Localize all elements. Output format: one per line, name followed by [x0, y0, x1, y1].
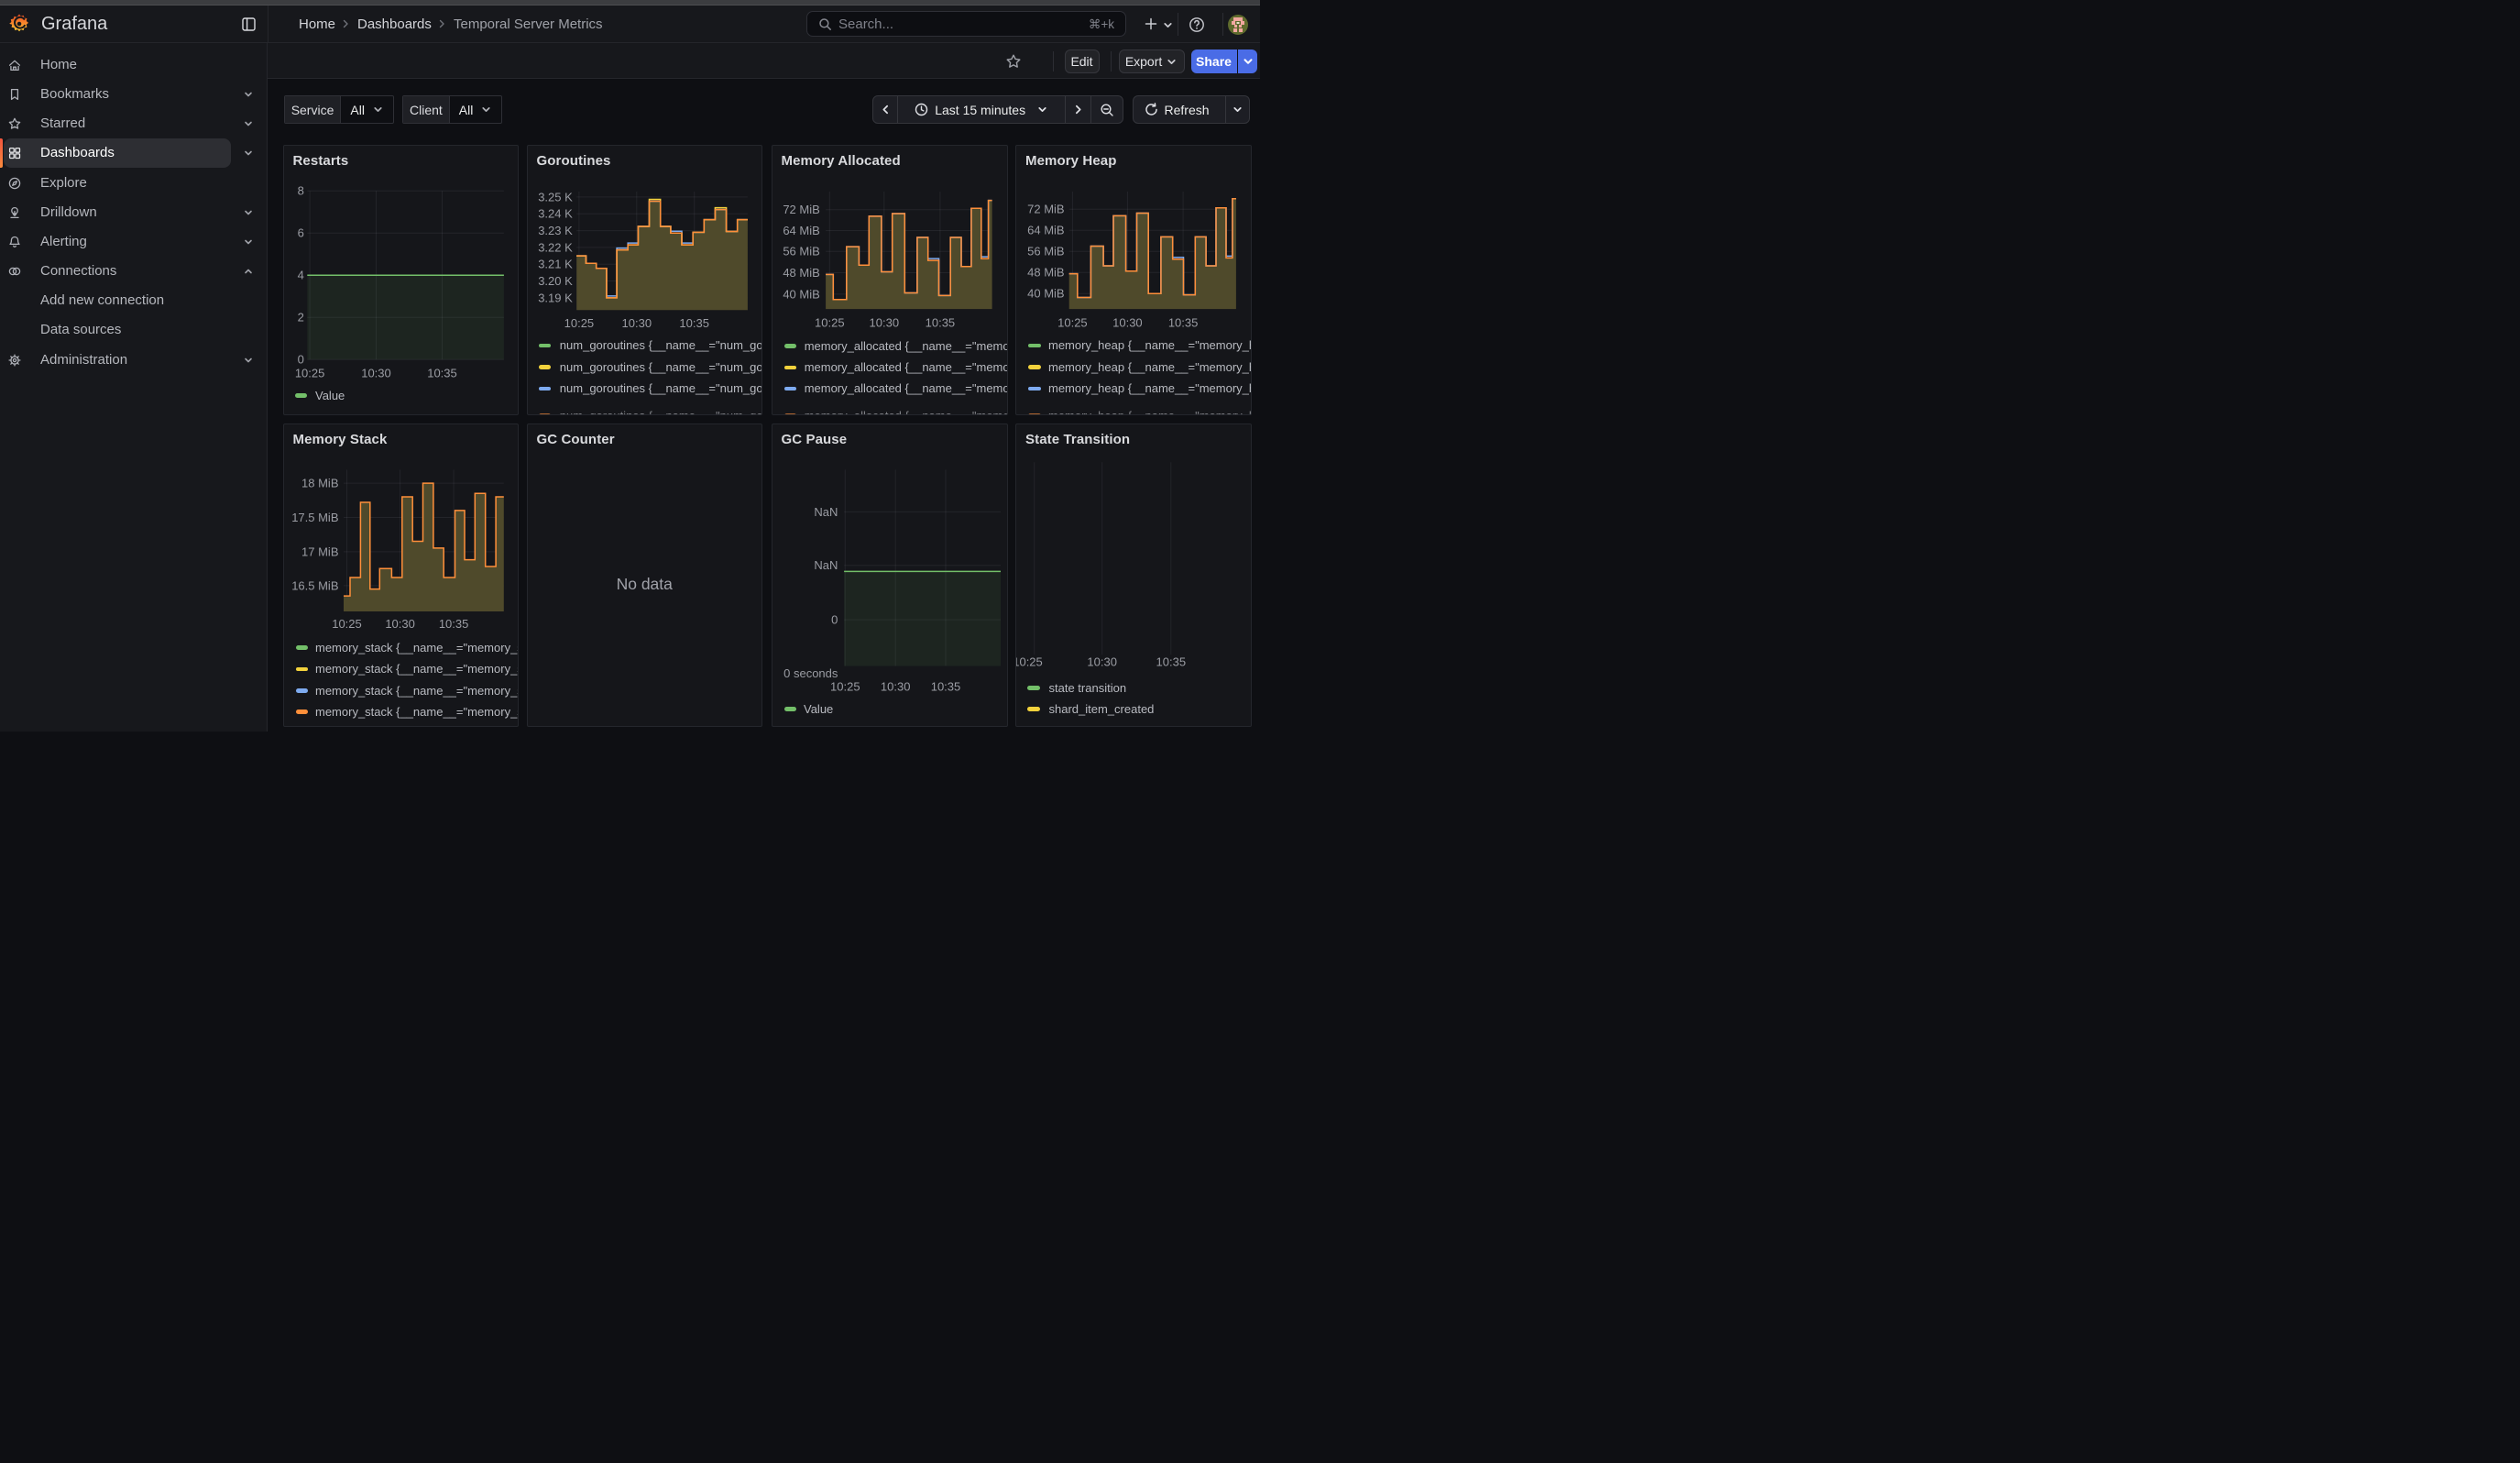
svg-text:17.5 MiB: 17.5 MiB	[291, 511, 338, 524]
svg-text:10:25: 10:25	[564, 316, 594, 330]
svg-text:10:30: 10:30	[361, 367, 391, 380]
svg-text:56 MiB: 56 MiB	[1027, 245, 1064, 258]
svg-text:10:35: 10:35	[930, 679, 960, 693]
svg-text:10:35: 10:35	[925, 316, 955, 330]
svg-text:10:30: 10:30	[385, 617, 415, 631]
svg-text:10:35: 10:35	[438, 617, 468, 631]
svg-text:3.23 K: 3.23 K	[538, 224, 573, 237]
svg-text:18 MiB: 18 MiB	[301, 477, 338, 490]
svg-text:8: 8	[297, 184, 303, 198]
svg-text:10:30: 10:30	[880, 679, 910, 693]
svg-text:0: 0	[831, 613, 838, 627]
svg-text:10:35: 10:35	[1156, 654, 1187, 668]
svg-text:3.22 K: 3.22 K	[538, 240, 573, 254]
svg-text:10:35: 10:35	[1168, 316, 1199, 330]
svg-text:10:30: 10:30	[1112, 316, 1143, 330]
svg-text:10:30: 10:30	[869, 316, 899, 330]
svg-text:72 MiB: 72 MiB	[1027, 203, 1064, 216]
svg-text:NaN: NaN	[814, 558, 838, 572]
svg-text:40 MiB: 40 MiB	[1027, 287, 1064, 301]
svg-text:17 MiB: 17 MiB	[301, 544, 338, 558]
svg-text:10:30: 10:30	[1087, 654, 1117, 668]
svg-text:3.21 K: 3.21 K	[538, 258, 573, 271]
svg-text:3.20 K: 3.20 K	[538, 274, 573, 288]
svg-text:4: 4	[297, 269, 303, 282]
svg-text:10:35: 10:35	[679, 316, 709, 330]
svg-text:10:25: 10:25	[1057, 316, 1088, 330]
svg-text:64 MiB: 64 MiB	[783, 224, 819, 237]
svg-text:10:25: 10:25	[1016, 654, 1043, 668]
svg-text:3.19 K: 3.19 K	[538, 291, 573, 304]
svg-text:10:25: 10:25	[815, 316, 845, 330]
svg-text:64 MiB: 64 MiB	[1027, 224, 1064, 237]
svg-text:72 MiB: 72 MiB	[783, 203, 819, 216]
svg-text:10:25: 10:25	[332, 617, 362, 631]
svg-text:10:25: 10:25	[830, 679, 860, 693]
svg-text:0 seconds: 0 seconds	[783, 666, 838, 680]
svg-text:0: 0	[297, 353, 303, 367]
svg-text:10:35: 10:35	[427, 367, 457, 380]
svg-text:48 MiB: 48 MiB	[1027, 266, 1064, 280]
svg-text:6: 6	[297, 226, 303, 240]
svg-text:10:25: 10:25	[294, 367, 324, 380]
svg-text:3.24 K: 3.24 K	[538, 207, 573, 221]
svg-text:NaN: NaN	[814, 505, 838, 519]
svg-text:10:30: 10:30	[621, 316, 652, 330]
svg-text:40 MiB: 40 MiB	[783, 287, 819, 301]
svg-text:16.5 MiB: 16.5 MiB	[291, 578, 338, 592]
svg-text:2: 2	[297, 311, 303, 324]
svg-text:3.25 K: 3.25 K	[538, 190, 573, 204]
svg-text:56 MiB: 56 MiB	[783, 245, 819, 258]
svg-text:48 MiB: 48 MiB	[783, 266, 819, 280]
